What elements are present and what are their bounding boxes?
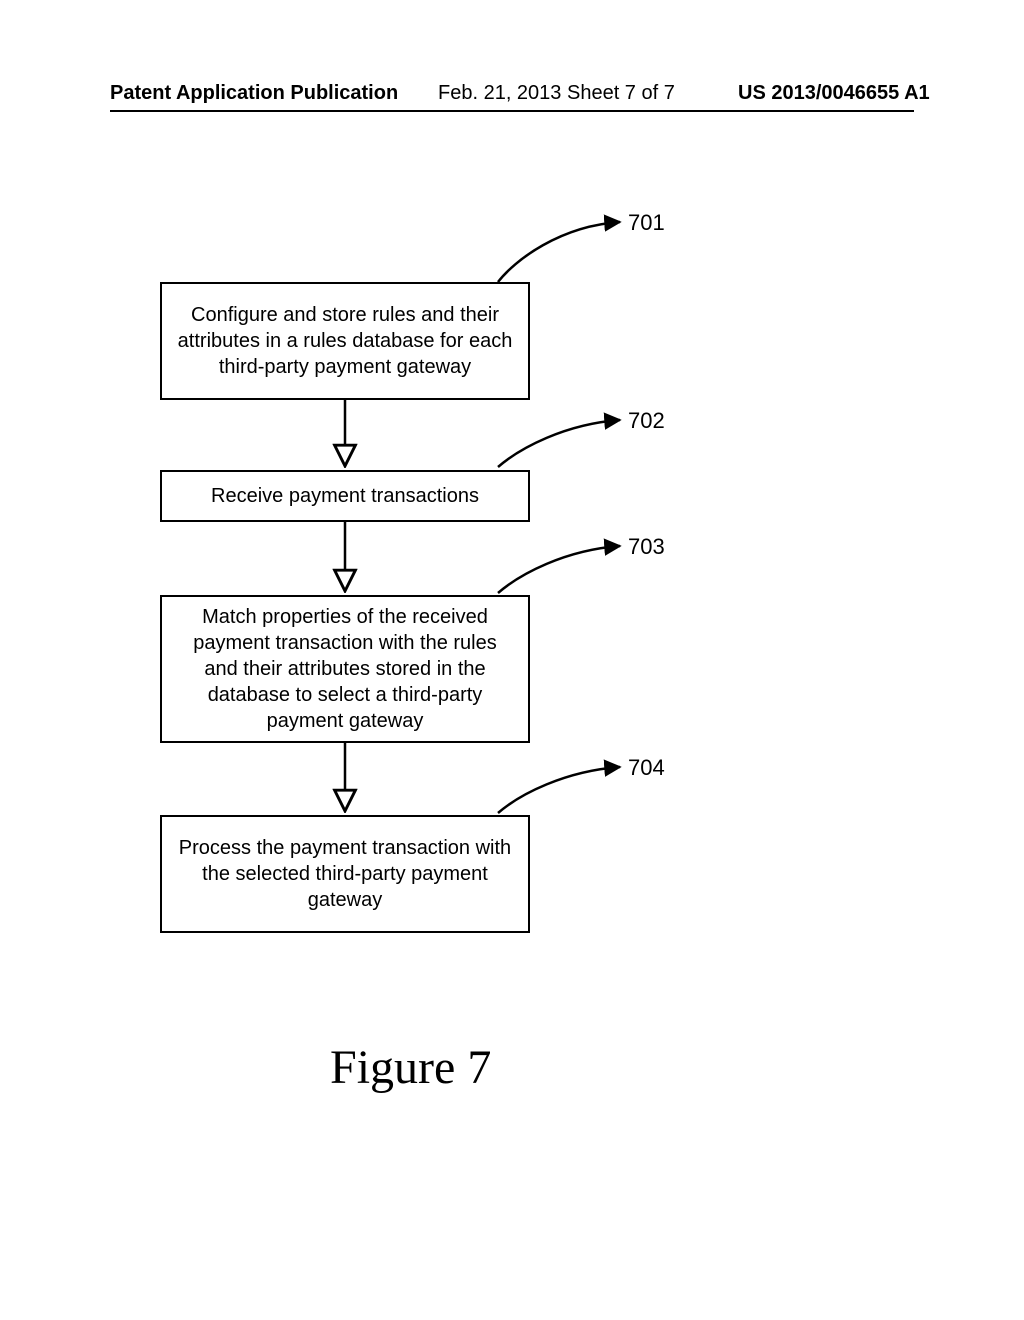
- leader-703: [498, 546, 620, 593]
- flow-box-4-text: Process the payment transaction with the…: [176, 835, 514, 913]
- ref-704: 704: [628, 755, 665, 781]
- header-left: Patent Application Publication: [110, 82, 398, 105]
- leader-701: [498, 222, 620, 282]
- leader-702: [498, 420, 620, 467]
- leader-704: [498, 767, 620, 813]
- figure-caption: Figure 7: [330, 1040, 491, 1095]
- ref-703: 703: [628, 534, 665, 560]
- flow-box-2: Receive payment transactions: [160, 470, 530, 522]
- flow-box-3: Match properties of the received payment…: [160, 595, 530, 743]
- ref-702: 702: [628, 408, 665, 434]
- header-right: US 2013/0046655 A1: [738, 82, 930, 105]
- header-middle: Feb. 21, 2013 Sheet 7 of 7: [438, 82, 675, 105]
- flow-box-1: Configure and store rules and their attr…: [160, 282, 530, 400]
- flow-box-4: Process the payment transaction with the…: [160, 815, 530, 933]
- flow-box-3-text: Match properties of the received payment…: [176, 604, 514, 734]
- page: Patent Application Publication Feb. 21, …: [0, 0, 1024, 1320]
- flow-box-1-text: Configure and store rules and their attr…: [176, 302, 514, 380]
- header-rule: [110, 110, 914, 112]
- flow-box-2-text: Receive payment transactions: [211, 483, 479, 509]
- ref-701: 701: [628, 210, 665, 236]
